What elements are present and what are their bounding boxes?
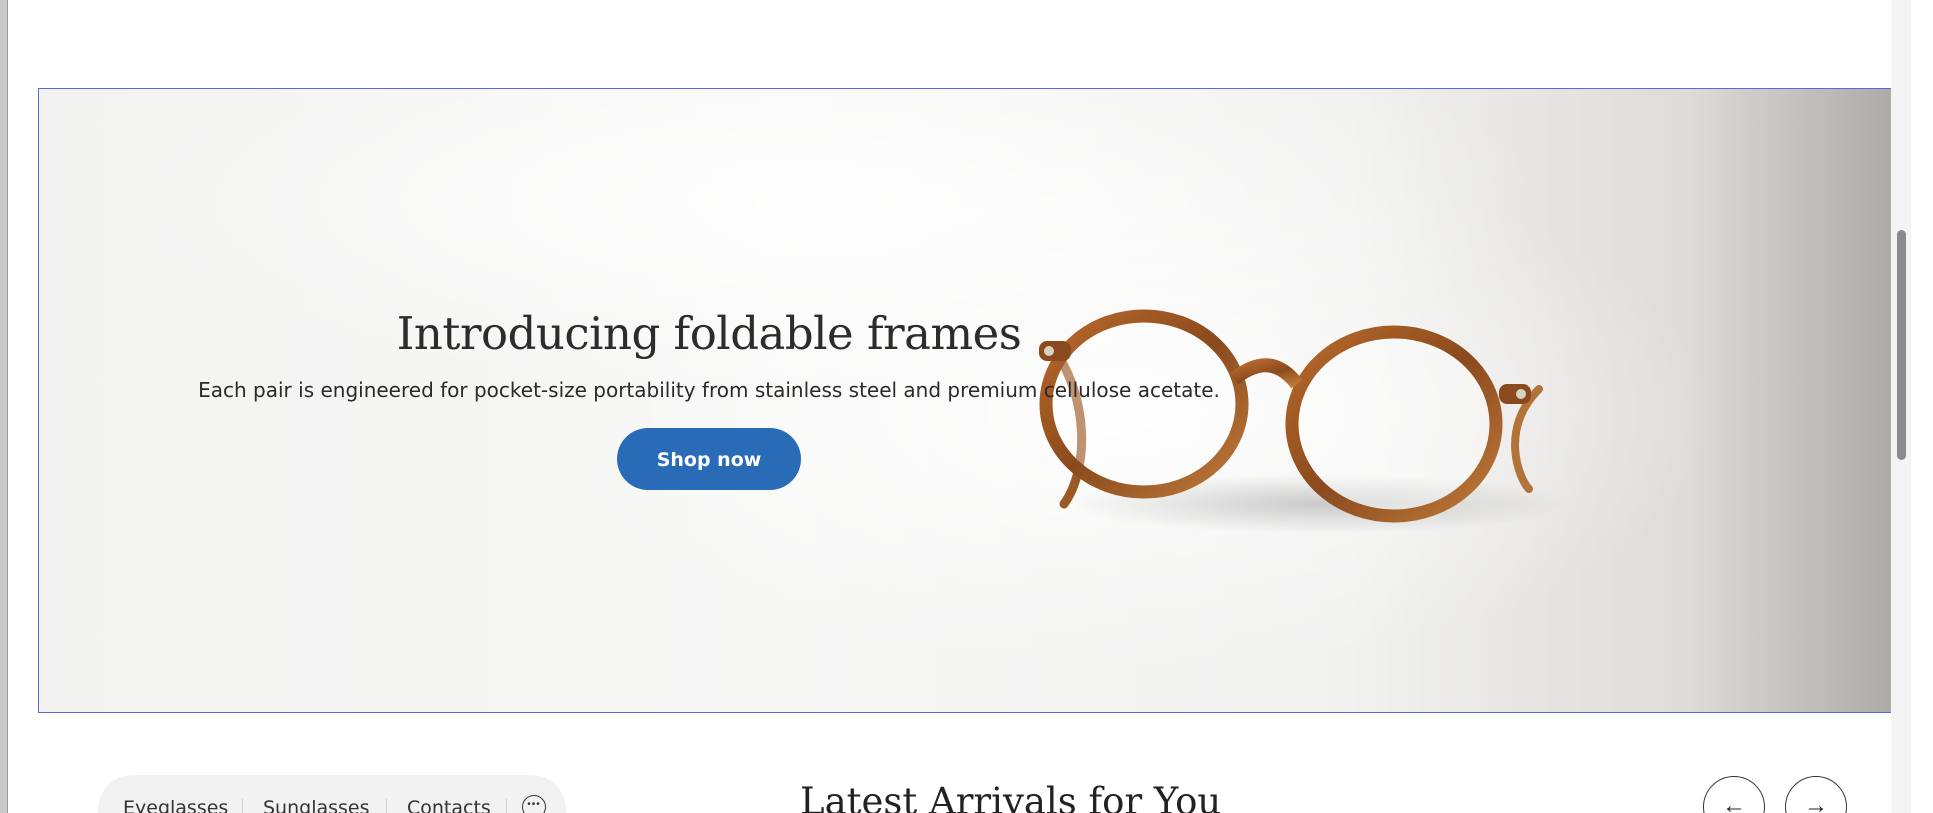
scrollbar-thumb[interactable] <box>1897 230 1906 460</box>
page-viewport: Introducing foldable frames Each pair is… <box>8 0 1911 813</box>
window-edge <box>0 0 8 813</box>
hero-title: Introducing foldable frames <box>396 307 1022 360</box>
hero-subtitle: Each pair is engineered for pocket-size … <box>198 378 1220 402</box>
category-divider <box>386 799 387 813</box>
hero-copy: Introducing foldable frames Each pair is… <box>159 304 1259 490</box>
category-nav: Eyeglasses Sunglasses Contacts ••• <box>98 775 566 813</box>
category-eyeglasses[interactable]: Eyeglasses <box>123 795 228 813</box>
category-divider <box>242 799 243 813</box>
category-divider <box>506 799 507 813</box>
arrow-left-icon[interactable]: ← <box>1703 776 1765 813</box>
hero-banner: Introducing foldable frames Each pair is… <box>38 88 1911 713</box>
vertical-scrollbar[interactable] <box>1891 0 1911 813</box>
category-contacts[interactable]: Contacts <box>407 795 491 813</box>
more-dots-icon[interactable]: ••• <box>522 795 546 813</box>
latest-arrivals-title: Latest Arrivals for You <box>800 780 1222 813</box>
arrow-right-icon[interactable]: → <box>1785 776 1847 813</box>
category-sunglasses[interactable]: Sunglasses <box>263 795 370 813</box>
shop-now-button[interactable]: Shop now <box>617 428 801 490</box>
